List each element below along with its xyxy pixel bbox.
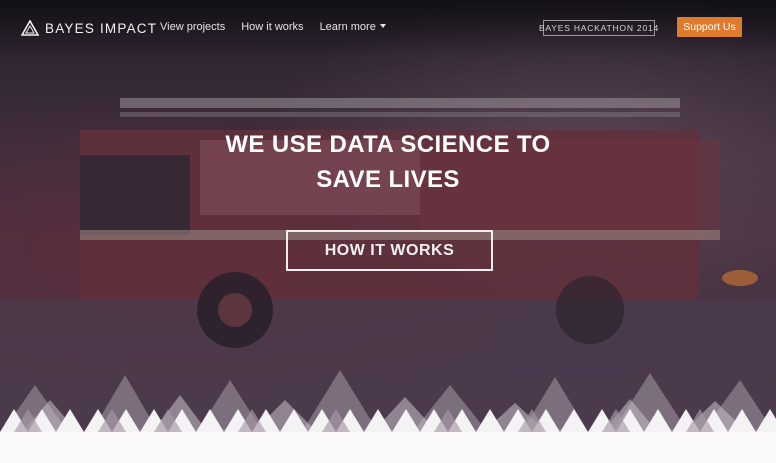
hero-section: BAYES IMPACT View projects How it works … [0,0,776,432]
triangle-pattern-decoration [0,370,776,432]
hero-headline: WE USE DATA SCIENCE TO SAVE LIVES [0,127,776,197]
brand-logo[interactable]: BAYES IMPACT [21,19,157,37]
caret-down-icon [379,24,386,28]
nav-how-it-works[interactable]: How it works [241,21,303,33]
hero-headline-line1: WE USE DATA SCIENCE TO [225,131,551,158]
below-hero-area [0,432,776,463]
triangle-logo-icon [21,20,39,36]
main-nav: View projects How it works Learn more [160,21,386,33]
how-it-works-button[interactable]: HOW IT WORKS [286,230,493,271]
hackathon-badge-link[interactable]: BAYES HACKATHON 2014 [539,20,658,36]
nav-learn-more[interactable]: Learn more [320,21,386,33]
brand-name: BAYES IMPACT [45,20,158,36]
hero-headline-line2: SAVE LIVES [316,166,460,193]
nav-view-projects[interactable]: View projects [160,21,225,33]
top-navigation-bar: BAYES IMPACT View projects How it works … [0,0,776,56]
nav-learn-more-label: Learn more [319,21,376,33]
support-us-button[interactable]: Support Us [677,17,742,37]
